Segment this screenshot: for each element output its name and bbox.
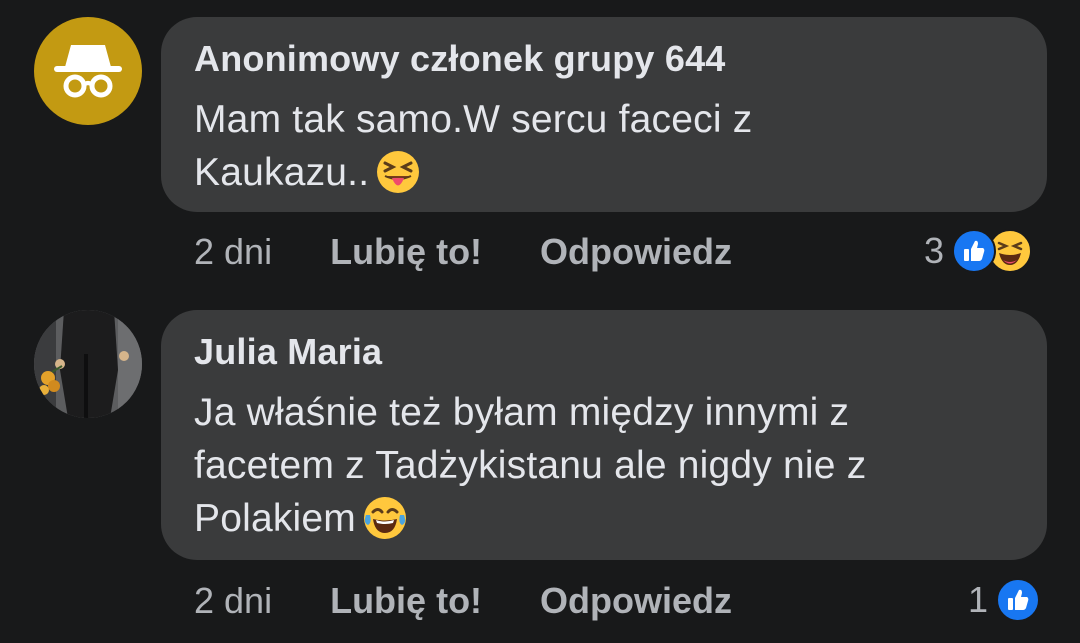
comment-text-line: Mam tak samo.W sercu faceci z	[194, 98, 753, 141]
comment-time[interactable]: 2 dni	[194, 231, 272, 273]
comment-bubble: Anonimowy członek grupy 644 Mam tak samo…	[161, 17, 1047, 212]
incognito-icon	[54, 45, 122, 98]
comment-bubble: Julia Maria Ja właśnie też byłam między …	[161, 310, 1047, 560]
comment-author[interactable]: Anonimowy członek grupy 644	[194, 39, 1013, 79]
comment-actions: 2 dni Lubię to! Odpowiedz	[194, 580, 790, 622]
comment-text-line-with-emoji: Polakiem	[194, 492, 1013, 555]
reaction-count: 3	[924, 230, 945, 271]
comment-author[interactable]: Julia Maria	[194, 332, 1013, 372]
comment-text: Ja właśnie też byłam między innymi z fac…	[194, 386, 1013, 555]
comment-text-line: Ja właśnie też byłam między innymi z	[194, 391, 850, 434]
like-icon	[996, 578, 1041, 622]
comment-time[interactable]: 2 dni	[194, 580, 272, 622]
tears-of-joy-emoji	[362, 495, 408, 555]
like-button[interactable]: Lubię to!	[330, 231, 482, 273]
like-icon	[952, 229, 997, 273]
comment-text-line: Polakiem	[194, 497, 356, 540]
like-button[interactable]: Lubię to!	[330, 580, 482, 622]
reactions-summary[interactable]: 1	[968, 578, 1041, 622]
comment-text-line: facetem z Tadżykistanu ale nigdy nie z	[194, 444, 867, 487]
profile-photo-icon	[34, 310, 142, 418]
photo-avatar[interactable]	[34, 310, 142, 418]
comment-actions: 2 dni Lubię to! Odpowiedz	[194, 231, 790, 273]
reaction-count: 1	[968, 579, 989, 620]
squinting-tongue-emoji	[375, 149, 421, 209]
reactions-summary[interactable]: 3	[924, 229, 1033, 273]
comment-text: Mam tak samo.W sercu faceci z Kaukazu..	[194, 93, 1013, 209]
comment-text-line: Kaukazu..	[194, 151, 370, 194]
comment-text-line-with-emoji: Kaukazu..	[194, 146, 1013, 209]
reply-button[interactable]: Odpowiedz	[540, 231, 732, 273]
anonymous-avatar[interactable]	[34, 17, 142, 125]
reply-button[interactable]: Odpowiedz	[540, 580, 732, 622]
